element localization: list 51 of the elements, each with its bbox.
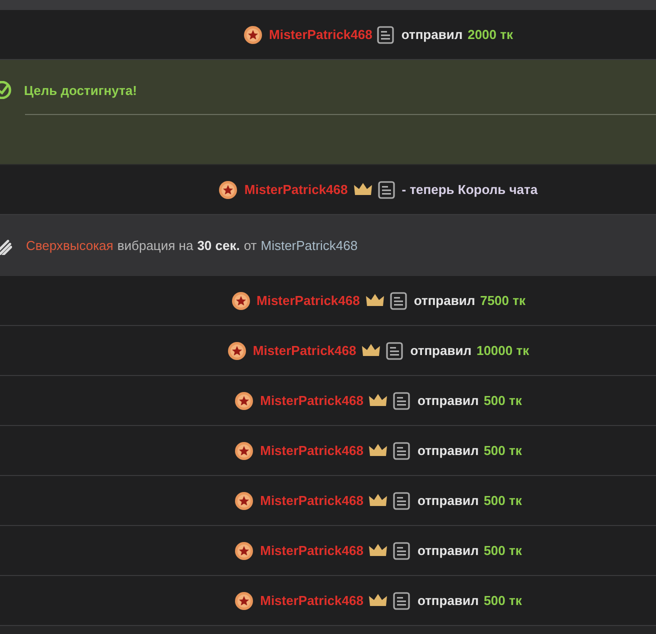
- star-badge-icon: [234, 440, 254, 460]
- star-badge-icon: [243, 24, 263, 44]
- tip-amount: 2000 тк: [468, 27, 513, 42]
- document-icon: [390, 292, 407, 310]
- action-text: отправил: [414, 293, 476, 308]
- action-text: отправил: [401, 27, 463, 42]
- username: MisterPatrick468: [260, 393, 364, 408]
- tip-amount: 500 тк: [484, 393, 522, 408]
- document-icon: [393, 542, 410, 560]
- target-check-icon: [0, 81, 14, 99]
- star-badge-icon: [226, 340, 247, 360]
- king-text: - теперь Король чата: [402, 182, 538, 197]
- username: MisterPatrick468: [260, 443, 364, 458]
- username: MisterPatrick468: [260, 543, 364, 558]
- document-icon: [393, 492, 410, 510]
- tip-amount: 10000 тк: [476, 343, 530, 358]
- star-badge-icon: [234, 540, 254, 560]
- action-text: отправил: [417, 543, 479, 558]
- from-text: от: [244, 238, 257, 253]
- document-icon: [393, 442, 410, 460]
- document-icon: [393, 592, 410, 610]
- action-text: отправил: [417, 443, 479, 458]
- username: MisterPatrick468: [256, 293, 360, 308]
- document-icon: [377, 26, 394, 44]
- document-icon: [386, 342, 404, 360]
- intensity-text: Сверхвысокая: [26, 238, 114, 253]
- star-badge-icon: [218, 180, 238, 200]
- star-badge-icon: [230, 290, 250, 310]
- username: MisterPatrick468: [260, 593, 364, 608]
- action-text: отправил: [417, 393, 479, 408]
- username: MisterPatrick468: [252, 343, 356, 358]
- tip-amount: 7500 тк: [480, 293, 526, 308]
- document-icon: [393, 392, 410, 410]
- tip-amount: 500 тк: [484, 543, 522, 558]
- goal-text: Цель достигнута!: [24, 82, 137, 98]
- duration-text: 30 сек.: [197, 238, 240, 253]
- action-text: отправил: [417, 493, 479, 508]
- document-icon: [378, 180, 395, 198]
- tip-amount: 500 тк: [484, 593, 522, 608]
- action-text: отправил: [417, 593, 479, 608]
- sender-name: MisterPatrick468: [260, 238, 358, 253]
- username: MisterPatrick468: [269, 27, 372, 42]
- star-badge-icon: [234, 390, 254, 410]
- vibration-text: вибрация на: [117, 238, 194, 253]
- tip-amount: 500 тк: [484, 493, 522, 508]
- star-badge-icon: [234, 590, 254, 610]
- star-badge-icon: [234, 490, 254, 510]
- username: MisterPatrick468: [260, 493, 364, 508]
- username: MisterPatrick468: [244, 182, 348, 197]
- action-text: отправил: [410, 343, 472, 358]
- tip-amount: 500 тк: [484, 443, 522, 458]
